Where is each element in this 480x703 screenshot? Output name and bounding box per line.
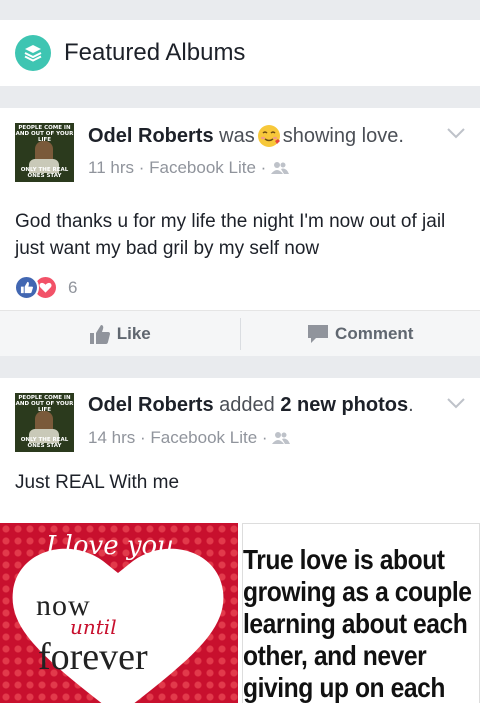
feed-post: PEOPLE COME IN AND OUT OF YOUR LIFE ONLY… bbox=[0, 108, 480, 356]
post-text: God thanks u for my life the night I'm n… bbox=[15, 211, 446, 259]
separator bbox=[0, 356, 480, 378]
in-love-emoji-icon bbox=[257, 124, 281, 148]
comment-icon bbox=[308, 324, 329, 343]
post-title: Odel Roberts added 2 new photos. bbox=[88, 394, 414, 417]
meta-separator: · bbox=[139, 428, 146, 447]
timestamp[interactable]: 14 hrs bbox=[88, 428, 135, 448]
post-text: Just REAL With me bbox=[15, 472, 180, 493]
friends-privacy-icon bbox=[271, 162, 290, 174]
action-text: was bbox=[219, 124, 255, 147]
photo-text-i-love-you: I love you bbox=[46, 531, 174, 561]
featured-albums-row[interactable]: Featured Albums bbox=[0, 20, 480, 86]
author-name[interactable]: Odel Roberts bbox=[88, 125, 214, 148]
top-spacer bbox=[0, 0, 480, 20]
reaction-summary[interactable]: 6 bbox=[14, 275, 77, 300]
chevron-down-icon[interactable] bbox=[446, 396, 466, 414]
meta-separator: · bbox=[261, 428, 268, 447]
action-text: added bbox=[219, 394, 275, 416]
thumbs-up-icon bbox=[89, 324, 110, 344]
post-header: PEOPLE COME IN AND OUT OF YOUR LIFE ONLY… bbox=[0, 108, 480, 182]
action-bar: Like Comment bbox=[0, 310, 480, 356]
timestamp[interactable]: 11 hrs bbox=[88, 158, 134, 178]
meta-separator: · bbox=[260, 158, 267, 177]
post-meta: 11 hrs · Facebook Lite · bbox=[88, 158, 290, 178]
post-meta: 14 hrs · Facebook Lite · bbox=[88, 428, 291, 448]
featured-albums-title: Featured Albums bbox=[64, 39, 246, 66]
like-reaction-icon bbox=[14, 275, 39, 300]
avatar[interactable]: PEOPLE COME IN AND OUT OF YOUR LIFE ONLY… bbox=[15, 123, 74, 182]
like-button[interactable]: Like bbox=[0, 323, 240, 345]
avatar-caption-bottom: ONLY THE REAL ONES STAY bbox=[20, 437, 69, 449]
author-name[interactable]: Odel Roberts bbox=[88, 394, 214, 417]
photo-true-love-quote[interactable]: True love is about growing as a couple l… bbox=[242, 523, 480, 703]
app-name: Facebook Lite bbox=[150, 428, 258, 447]
feed-post: PEOPLE COME IN AND OUT OF YOUR LIFE ONLY… bbox=[0, 378, 480, 703]
photo-text-forever: forever bbox=[38, 636, 148, 678]
reaction-count: 6 bbox=[68, 277, 78, 297]
comment-button[interactable]: Comment bbox=[241, 324, 480, 344]
post-title: Odel Roberts was showing love. bbox=[88, 124, 404, 148]
app-name: Facebook Lite bbox=[149, 158, 256, 177]
meta-separator: · bbox=[138, 158, 145, 177]
like-label: Like bbox=[116, 323, 151, 343]
photo-quote-text: True love is about growing as a couple l… bbox=[243, 544, 472, 703]
avatar-caption-bottom: ONLY THE REAL ONES STAY bbox=[20, 167, 69, 179]
photos-link[interactable]: 2 new photos bbox=[280, 394, 408, 417]
photo-grid: I love you now until forever True love i… bbox=[0, 523, 480, 703]
feeling-text: showing love. bbox=[282, 124, 404, 147]
separator bbox=[0, 86, 480, 108]
photo-love-you[interactable]: I love you now until forever bbox=[0, 523, 238, 703]
stack-icon bbox=[15, 35, 51, 71]
friends-privacy-icon bbox=[272, 432, 291, 444]
post-header: PEOPLE COME IN AND OUT OF YOUR LIFE ONLY… bbox=[0, 378, 480, 452]
comment-label: Comment bbox=[335, 323, 414, 343]
avatar[interactable]: PEOPLE COME IN AND OUT OF YOUR LIFE ONLY… bbox=[15, 393, 74, 452]
chevron-down-icon[interactable] bbox=[446, 126, 466, 144]
period: . bbox=[408, 394, 414, 416]
